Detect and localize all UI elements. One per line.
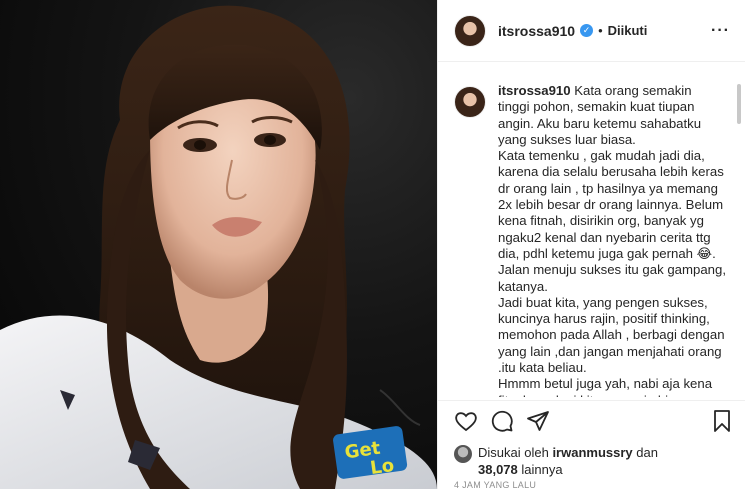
liker-avatar[interactable]: [454, 445, 472, 463]
follow-state-button[interactable]: Diikuti: [608, 23, 648, 38]
sweater-text-2: Lo: [369, 455, 396, 479]
caption-username[interactable]: itsrossa910: [498, 83, 571, 98]
bookmark-icon[interactable]: [710, 409, 734, 433]
more-options-icon[interactable]: ···: [711, 22, 730, 40]
heart-icon[interactable]: [454, 409, 478, 433]
comment-icon[interactable]: [490, 409, 514, 433]
caption-scroll-area[interactable]: itsrossa910 Kata orang semakin tinggi po…: [438, 75, 745, 397]
avatar[interactable]: [454, 14, 486, 47]
separator-dot: •: [598, 23, 603, 38]
likes-count[interactable]: 38,078: [478, 462, 518, 477]
likes-suffix: lainnya: [517, 462, 563, 477]
username-link[interactable]: itsrossa910: [498, 23, 575, 39]
share-icon[interactable]: [526, 409, 550, 433]
post-photo[interactable]: Get Lo: [0, 0, 437, 489]
portrait-image: Get Lo: [0, 5, 437, 489]
caption-scrollbar[interactable]: [737, 84, 741, 124]
caption-avatar[interactable]: [454, 86, 486, 118]
verified-badge-icon: ✓: [580, 24, 594, 37]
post-header: itsrossa910 ✓ • Diikuti ···: [438, 0, 745, 62]
caption-text: itsrossa910 Kata orang semakin tinggi po…: [498, 83, 726, 397]
likes-summary: Disukai oleh irwanmussry dan 38,078 lain…: [454, 444, 734, 478]
caption-body: Kata orang semakin tinggi pohon, semakin…: [498, 83, 726, 397]
post-timestamp[interactable]: 4 JAM YANG LALU: [454, 480, 536, 489]
post-sidebar: itsrossa910 ✓ • Diikuti ··· itsrossa910 …: [437, 0, 745, 489]
likes-middle: dan: [632, 445, 658, 460]
liker-username[interactable]: irwanmussry: [552, 445, 632, 460]
action-bar: [438, 400, 745, 440]
likes-prefix: Disukai oleh: [478, 445, 553, 460]
